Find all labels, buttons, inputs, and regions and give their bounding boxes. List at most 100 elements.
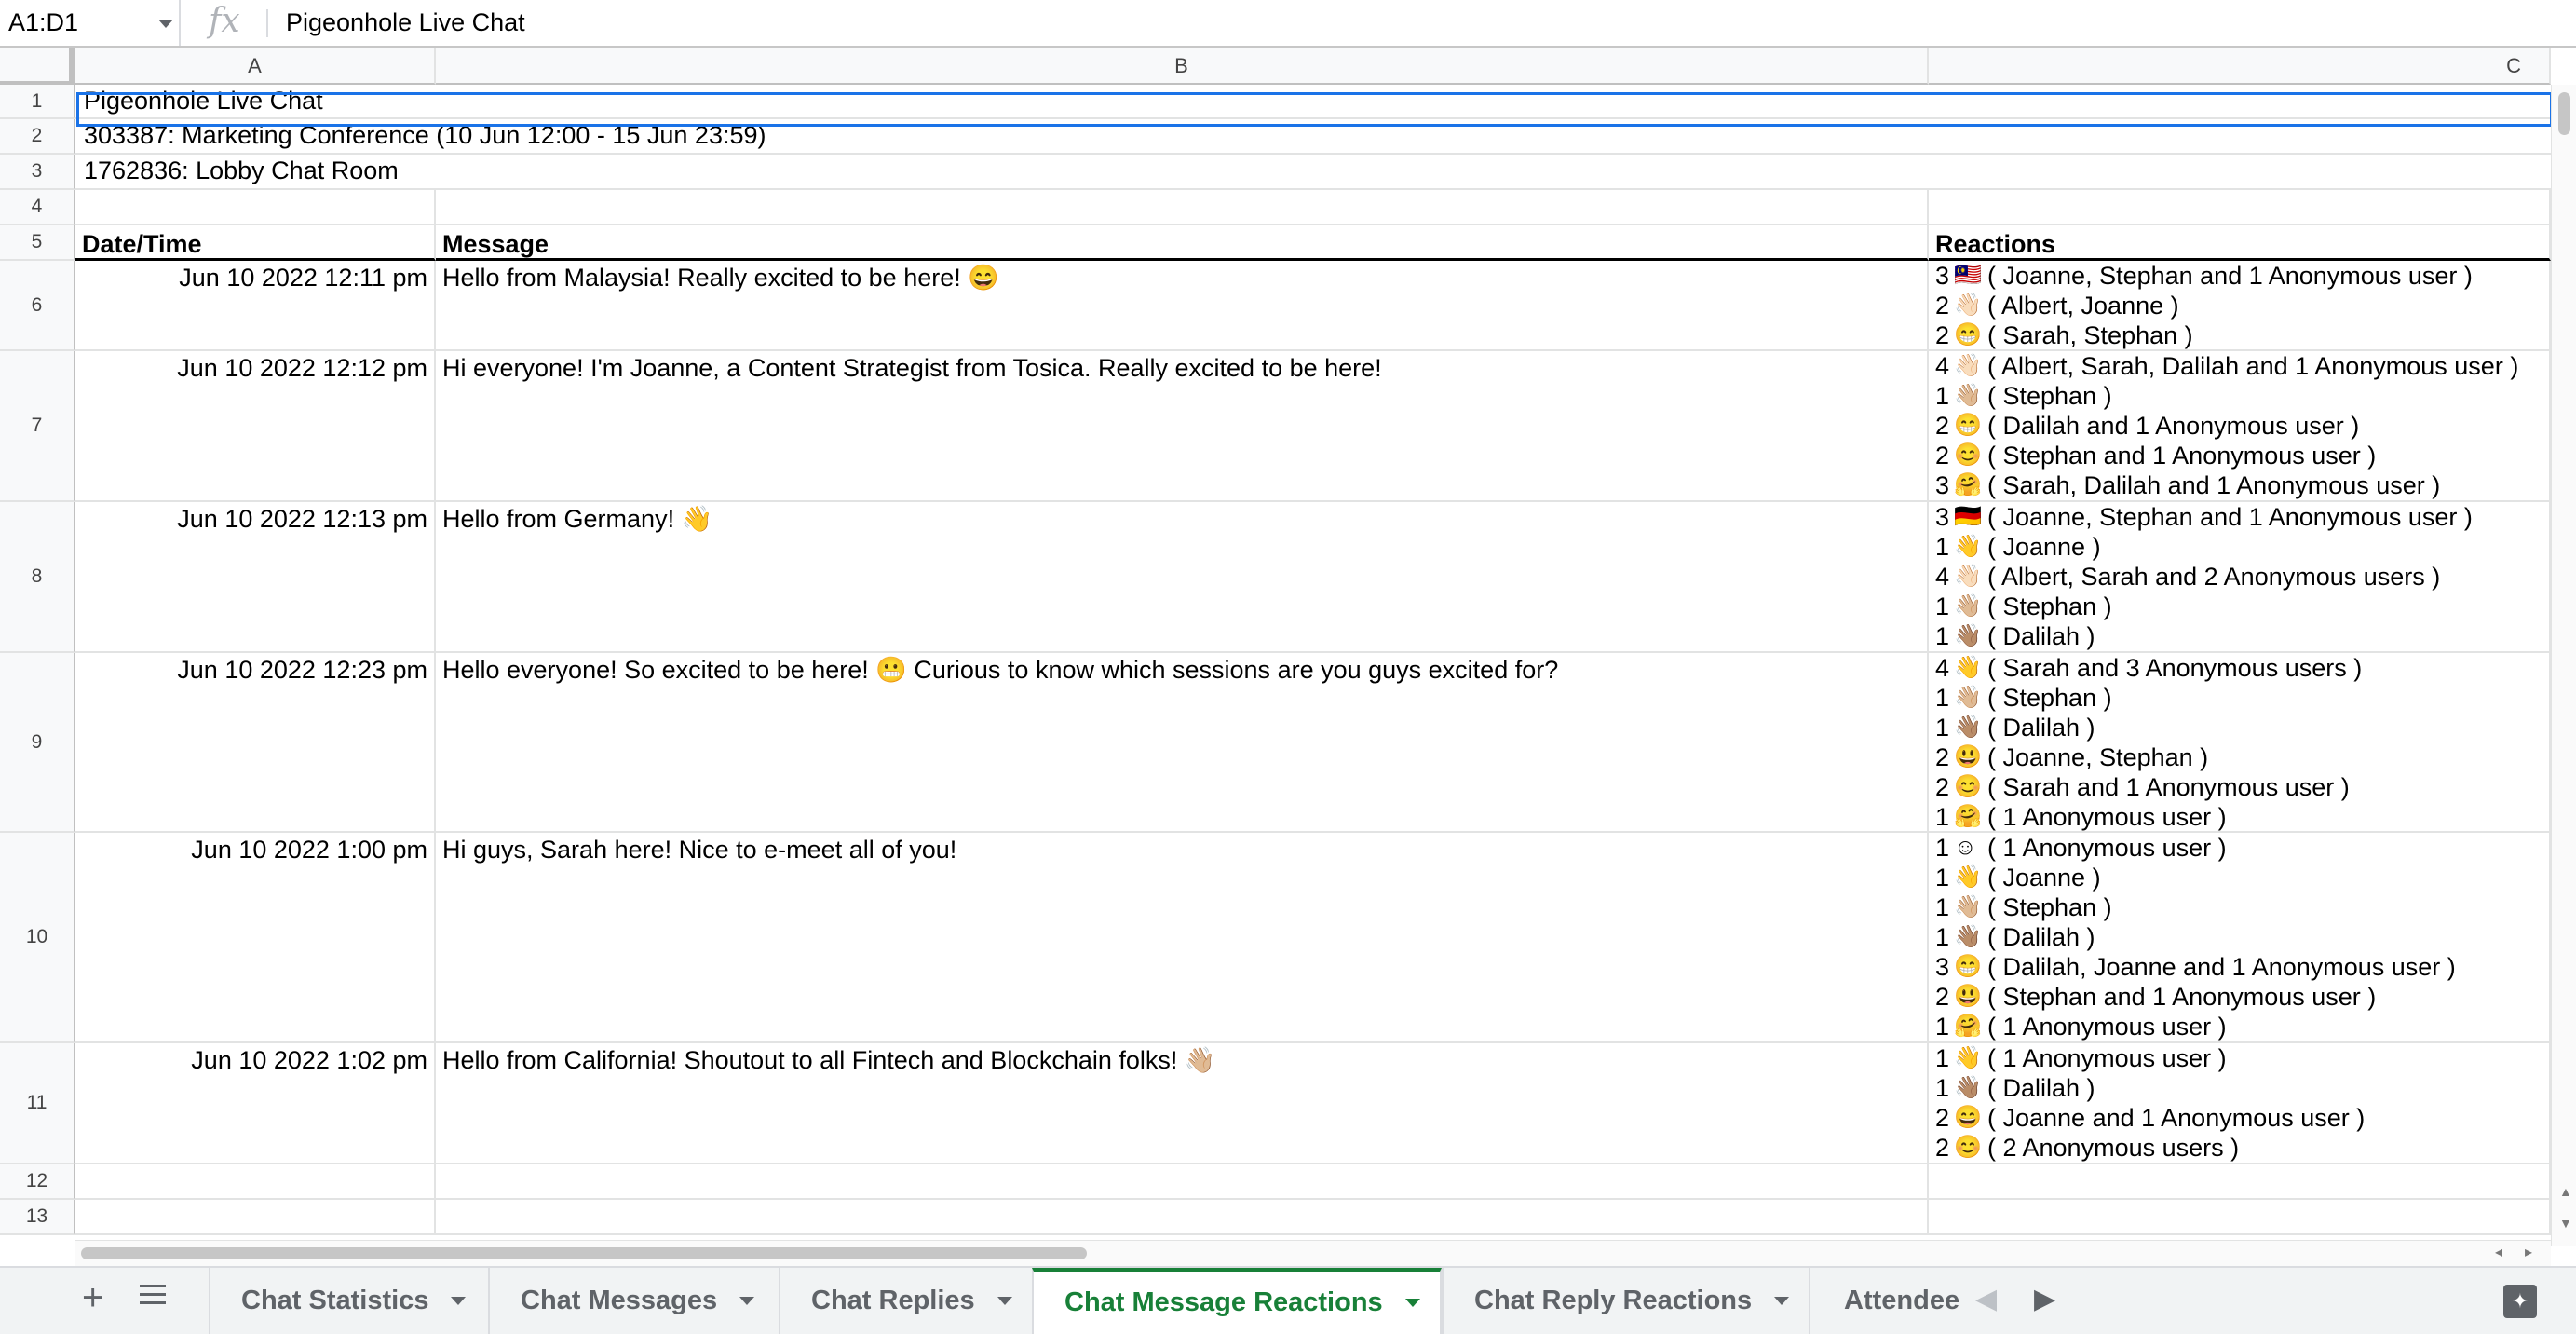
datetime-cell[interactable]: Jun 10 2022 12:13 pm [75, 502, 436, 653]
horizontal-scroll-thumb[interactable] [81, 1247, 1087, 1259]
empty-cell[interactable] [436, 190, 1929, 225]
select-all-corner[interactable] [0, 48, 75, 85]
empty-cell[interactable] [75, 1164, 436, 1200]
chevron-down-icon[interactable] [997, 1297, 1012, 1305]
tab-chat-message-reactions[interactable]: Chat Message Reactions [1032, 1268, 1442, 1334]
reaction-count: 1 [1935, 592, 1950, 620]
reaction-users: ( 1 Anonymous user ) [1987, 1013, 2227, 1041]
reactions-cell[interactable]: 3 🇲🇾( Joanne, Stephan and 1 Anonymous use… [1929, 261, 2551, 351]
reaction-emoji-icon: 👋🏻 [1954, 293, 1982, 318]
message-cell[interactable]: Hi guys, Sarah here! Nice to e-meet all … [436, 833, 1929, 1043]
reaction-users: ( Sarah, Stephan ) [1987, 321, 2193, 349]
tab-attendee[interactable]: Attendee [1809, 1268, 1999, 1334]
row-header[interactable]: 6 [0, 261, 75, 351]
header-cell-datetime[interactable]: Date/Time [75, 225, 436, 261]
message-cell[interactable]: Hello everyone! So excited to be here! 😬… [436, 653, 1929, 833]
chevron-down-icon[interactable] [1404, 1299, 1420, 1307]
reaction-line: 1 👋( Joanne ) [1935, 863, 2549, 892]
tab-chat-reply-reactions[interactable]: Chat Reply Reactions [1442, 1268, 1809, 1334]
reaction-count: 2 [1935, 321, 1950, 349]
row-header[interactable]: 4 [0, 190, 75, 225]
reaction-emoji-icon: 😊 [1954, 442, 1982, 468]
name-box-text[interactable]: A1:D1 [8, 8, 78, 37]
merged-cell[interactable]: Pigeonhole Live Chat [75, 85, 2551, 119]
row-header[interactable]: 9 [0, 653, 75, 833]
vertical-scroll-thumb[interactable] [2558, 92, 2570, 135]
tab-scroll-left-icon[interactable]: ◀ [1975, 1283, 1997, 1315]
reaction-users: ( Stephan ) [1987, 592, 2112, 620]
tab-scroll-right-icon[interactable]: ▶ [2034, 1283, 2055, 1315]
row-header[interactable]: 1 [0, 85, 75, 119]
header-cell-reactions[interactable]: Reactions [1929, 225, 2551, 261]
message-cell[interactable]: Hello from Malaysia! Really excited to b… [436, 261, 1929, 351]
row-header[interactable]: 13 [0, 1200, 75, 1235]
add-sheet-icon[interactable]: + [82, 1277, 103, 1319]
reactions-cell[interactable]: 3 🇩🇪( Joanne, Stephan and 1 Anonymous use… [1929, 502, 2551, 653]
name-box[interactable]: A1:D1 [0, 0, 181, 46]
row-header[interactable]: 5 [0, 225, 75, 261]
reaction-line: 1 👋🏽( Dalilah ) [1935, 713, 2549, 742]
reactions-cell[interactable]: 4 👋🏻( Albert, Sarah, Dalilah and 1 Anonym… [1929, 351, 2551, 502]
reaction-users: ( Joanne ) [1987, 533, 2101, 561]
merged-cell[interactable]: 303387: Marketing Conference (10 Jun 12:… [75, 119, 2551, 155]
reaction-users: ( Joanne and 1 Anonymous user ) [1987, 1104, 2366, 1132]
vertical-scrollbar[interactable]: ▲ ▼ [2551, 85, 2576, 1246]
chevron-down-icon[interactable] [451, 1297, 467, 1305]
header-label-reactions: Reactions [1935, 230, 2056, 258]
sheet-row: 11 Jun 10 2022 1:02 pm Hello from Californ… [0, 1043, 2576, 1164]
horizontal-scrollbar[interactable]: ◂ ▸ [75, 1240, 2551, 1267]
empty-cell[interactable] [75, 1200, 436, 1235]
scroll-right-icon[interactable]: ▸ [2525, 1243, 2532, 1261]
row-header[interactable]: 7 [0, 351, 75, 502]
message-cell[interactable]: Hi everyone! I'm Joanne, a Content Strat… [436, 351, 1929, 502]
datetime-cell[interactable]: Jun 10 2022 12:23 pm [75, 653, 436, 833]
row-header[interactable]: 10 [0, 833, 75, 1043]
tab-chat-replies[interactable]: Chat Replies [779, 1268, 1032, 1334]
sheet-row: 9 Jun 10 2022 12:23 pm Hello everyone! So … [0, 653, 2576, 833]
tab-chat-statistics[interactable]: Chat Statistics [209, 1268, 488, 1334]
message-cell[interactable]: Hello from California! Shoutout to all F… [436, 1043, 1929, 1164]
column-header-a[interactable]: A [75, 48, 436, 85]
header-cell-message[interactable]: Message [436, 225, 1929, 261]
reactions-cell[interactable]: 1 ☺( 1 Anonymous user ) 1 👋( Joanne ) 1 👋🏼( S… [1929, 833, 2551, 1043]
tab-label: Chat Replies [811, 1286, 975, 1315]
empty-cell[interactable] [75, 190, 436, 225]
sheet-row: 2 303387: Marketing Conference (10 Jun 12… [0, 119, 2576, 155]
row-header[interactable]: 12 [0, 1164, 75, 1200]
merged-cell[interactable]: 1762836: Lobby Chat Room [75, 155, 2551, 190]
datetime-cell[interactable]: Jun 10 2022 12:12 pm [75, 351, 436, 502]
column-header-b[interactable]: B [436, 48, 1929, 85]
reaction-emoji-icon: 🇲🇾 [1954, 263, 1982, 288]
chevron-down-icon[interactable] [739, 1297, 755, 1305]
datetime-cell[interactable]: Jun 10 2022 1:02 pm [75, 1043, 436, 1164]
datetime-cell[interactable]: Jun 10 2022 1:00 pm [75, 833, 436, 1043]
scroll-down-icon[interactable]: ▼ [2559, 1216, 2572, 1231]
sheet-row: 4 [0, 190, 2576, 225]
tab-chat-messages[interactable]: Chat Messages [488, 1268, 779, 1334]
row-header[interactable]: 2 [0, 119, 75, 155]
reaction-emoji-icon: 👋🏼 [1954, 593, 1982, 619]
scroll-up-icon[interactable]: ▲ [2559, 1184, 2572, 1199]
empty-cell[interactable] [436, 1200, 1929, 1235]
empty-cell[interactable] [1929, 190, 2551, 225]
empty-cell[interactable] [1929, 1164, 2551, 1200]
all-sheets-menu-icon[interactable] [140, 1285, 166, 1310]
formula-input[interactable]: Pigeonhole Live Chat [286, 8, 525, 37]
reaction-users: ( Joanne, Stephan ) [1987, 743, 2209, 771]
empty-cell[interactable] [436, 1164, 1929, 1200]
scroll-left-icon[interactable]: ◂ [2495, 1243, 2502, 1261]
row-header[interactable]: 8 [0, 502, 75, 653]
row-header[interactable]: 3 [0, 155, 75, 190]
column-header-c[interactable]: C [1929, 48, 2551, 85]
row-header[interactable]: 11 [0, 1043, 75, 1164]
reactions-cell[interactable]: 1 👋( 1 Anonymous user ) 1 👋🏽( Dalilah ) 2 😄( … [1929, 1043, 2551, 1164]
reactions-cell[interactable]: 4 👋( Sarah and 3 Anonymous users ) 1 👋🏼( St… [1929, 653, 2551, 833]
explore-icon[interactable]: ✦ [2503, 1285, 2537, 1318]
chevron-down-icon[interactable] [158, 20, 173, 28]
sheet-row: 3 1762836: Lobby Chat Room [0, 155, 2576, 190]
formula-divider [266, 9, 268, 37]
datetime-cell[interactable]: Jun 10 2022 12:11 pm [75, 261, 436, 351]
empty-cell[interactable] [1929, 1200, 2551, 1235]
reaction-count: 1 [1935, 382, 1950, 410]
message-cell[interactable]: Hello from Germany! 👋 [436, 502, 1929, 653]
